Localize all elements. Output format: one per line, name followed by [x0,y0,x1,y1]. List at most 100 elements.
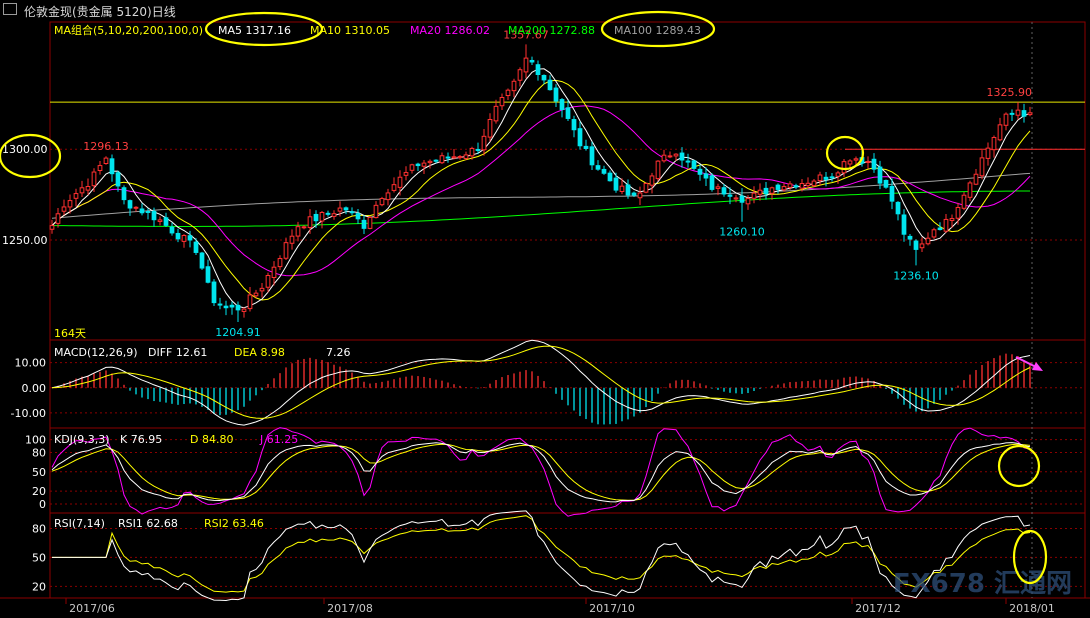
candle [493,99,499,124]
candle-body [673,153,679,157]
candle-body [979,157,985,177]
candle-body [517,69,523,81]
candle-body [277,258,283,268]
candle-body [613,177,619,191]
candle-body [997,124,1003,141]
candle-body [739,195,745,203]
candle-body [835,172,841,177]
candle [1003,112,1009,131]
candle-body [505,89,511,97]
candle [349,207,355,216]
candle-body [937,227,943,231]
rsi-tick-0: 80 [32,522,46,535]
candlestick-series [49,44,1033,322]
candle-body [127,200,133,209]
candle-body [697,168,703,175]
candle [385,188,391,206]
candle [169,222,175,236]
candle-body [379,198,385,206]
candle-body [1003,113,1009,126]
rsi1-line [52,510,1031,602]
candle [181,234,187,248]
candle-body [451,156,457,159]
candle-body [727,194,733,197]
candle-body [577,128,583,147]
candle-body [655,160,661,180]
candle [769,186,775,200]
candle-body [535,64,541,75]
candle-body [991,137,997,151]
ma20-line [51,105,1031,277]
candle [139,203,145,216]
candle-body [223,305,229,309]
macd-tick-0: 10.00 [15,357,47,370]
candle-body [361,219,367,229]
candle [709,173,715,192]
candle-body [151,210,157,221]
candle-body [967,182,973,198]
candle-body [187,235,193,241]
candle-body [313,213,319,222]
candle [265,272,271,293]
candle-body [1009,112,1015,115]
candle [97,161,103,175]
macd-diff-value: DIFF 12.61 [148,346,207,359]
x-label-4: 2018/01 [1009,602,1055,615]
candle-body [943,218,949,232]
candle [805,177,811,188]
candle [649,172,655,194]
kdj-label: KDJ(9,3,3) [54,433,110,446]
candle-body [67,200,73,208]
candle [289,229,295,250]
candle [223,300,229,316]
candle-body [283,242,289,259]
price-annotation-1260.10: 1260.10 [719,226,765,239]
candle-body [457,156,463,159]
candle [55,207,61,228]
candle [85,178,91,196]
candle-body [115,172,121,187]
chart-svg[interactable]: 1296.131357.671325.901260.101236.101204.… [0,0,1090,618]
candle [307,209,313,234]
candle-body [511,80,517,92]
candle-body [901,214,907,235]
candle [571,115,577,138]
candle [259,282,265,298]
candle [103,156,109,165]
macd-dea-value: DEA 8.98 [234,346,285,359]
candle-body [91,171,97,187]
candle [685,153,691,168]
candle [937,222,943,231]
candle-body [301,226,307,229]
candle [361,215,367,235]
candle-body [799,182,805,189]
ma10-line [51,79,1031,301]
candle-body [499,97,505,107]
candle-body [847,160,853,165]
candle [379,196,385,207]
bar-count-label: 164天 [54,327,86,340]
candle-body [685,160,691,163]
candle [1009,109,1015,121]
candle-body [61,206,67,212]
candle [505,88,511,101]
candle-body [829,176,835,179]
kdj-tick-0: 100 [25,434,46,447]
candle [61,199,67,216]
candle-body [679,152,685,161]
candle [637,186,643,205]
kdj-tick-1: 80 [32,446,46,459]
candle-body [139,208,145,214]
ma-legend-prefix: MA组合(5,10,20,200,100,0) [54,23,203,37]
candle [391,177,397,193]
candle [919,237,925,253]
kdj-tick-4: 0 [39,498,46,511]
candle-body [919,243,925,249]
candle [1027,106,1033,117]
candle [535,60,541,81]
candle [463,151,469,161]
candle [679,147,685,168]
candle [565,100,571,122]
rsi-tick-2: 20 [32,580,46,593]
candle [547,75,553,91]
